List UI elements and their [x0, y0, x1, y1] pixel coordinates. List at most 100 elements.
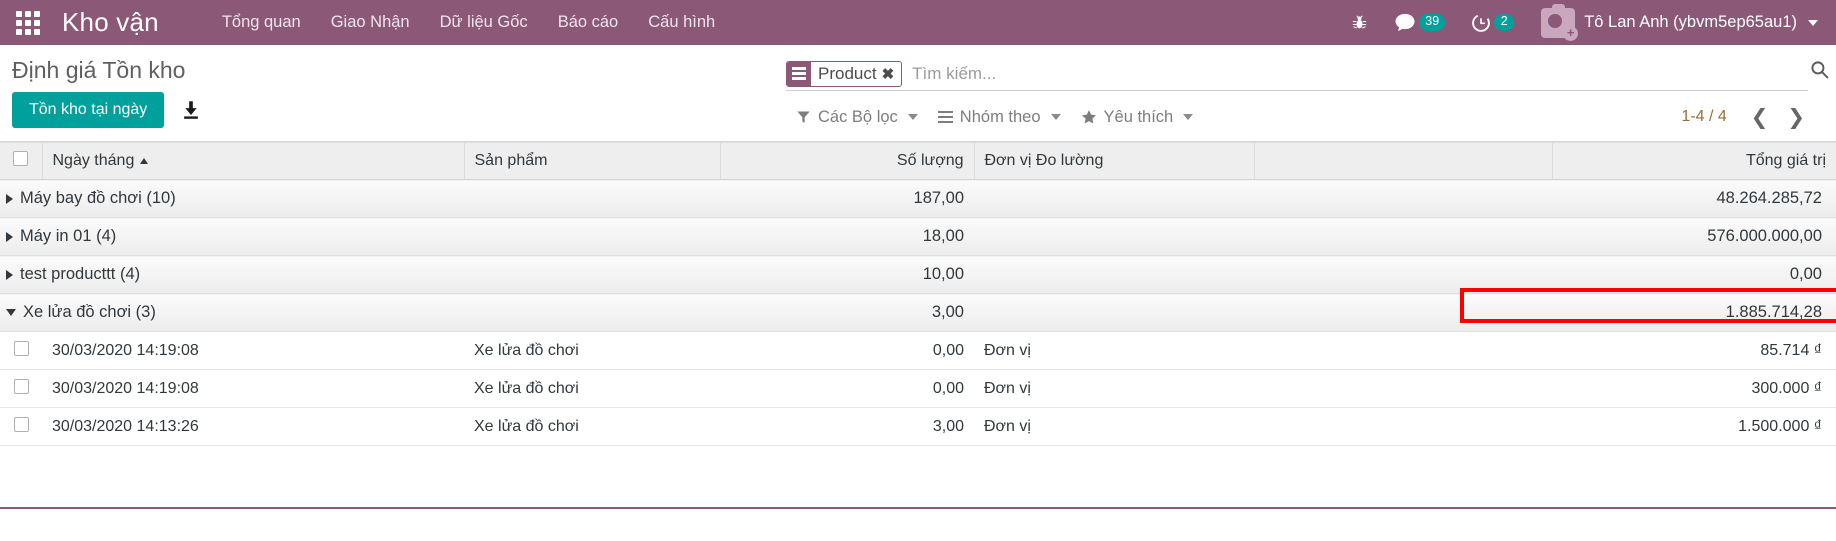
group-quantity: 187,00: [720, 179, 974, 218]
groupby-label: Nhóm theo: [959, 107, 1041, 126]
filters-dropdown[interactable]: Các Bộ lọc: [786, 104, 928, 131]
row-blank: [1254, 369, 1552, 408]
control-panel: Định giá Tồn kho Tồn kho tại ngày Produc…: [0, 45, 1836, 142]
row-select-cell: [0, 331, 42, 370]
stock-at-date-button[interactable]: Tồn kho tại ngày: [12, 92, 165, 128]
row-uom: Đơn vị: [974, 331, 1254, 370]
group-header-cell[interactable]: Máy in 01 (4): [0, 217, 720, 256]
close-icon[interactable]: ✖: [882, 65, 902, 83]
nav-item-cau-hinh[interactable]: Cấu hình: [633, 2, 730, 43]
messages-count-badge: 39: [1419, 14, 1446, 31]
table-row[interactable]: 30/03/2020 14:19:08 Xe lửa đồ chơi 0,00 …: [0, 369, 1836, 408]
chevron-down-icon: [907, 114, 918, 120]
table-row[interactable]: 30/03/2020 14:19:08 Xe lửa đồ chơi 0,00 …: [0, 331, 1836, 370]
row-checkbox[interactable]: [13, 340, 29, 356]
group-uom: [974, 179, 1254, 218]
group-header-cell[interactable]: test producttt (4): [0, 255, 720, 294]
nav-item-tong-quan[interactable]: Tổng quan: [207, 2, 316, 43]
row-product: Xe lửa đồ chơi: [464, 369, 720, 408]
sort-ascending-icon: [140, 157, 149, 164]
group-row[interactable]: test producttt (4) 10,00 0,00: [0, 255, 1836, 294]
avatar-plus-icon: +: [1563, 25, 1579, 41]
control-panel-buttons: Tồn kho tại ngày: [12, 92, 202, 128]
debug-bug-button[interactable]: [1338, 0, 1381, 45]
group-total-value-highlighted: 1.885.714,28: [1552, 293, 1836, 332]
apps-menu-button[interactable]: [0, 0, 56, 45]
pager-next-button[interactable]: ❯: [1780, 107, 1812, 128]
hamburger-icon: [937, 110, 953, 124]
row-date: 30/03/2020 14:19:08: [42, 369, 464, 408]
group-uom: [974, 293, 1254, 332]
group-header-cell[interactable]: Xe lửa đồ chơi (3): [0, 293, 720, 332]
groupby-dropdown[interactable]: Nhóm theo: [928, 104, 1071, 131]
group-row[interactable]: Máy in 01 (4) 18,00 576.000.000,00: [0, 217, 1836, 256]
pager: 1-4 / 4 ❮ ❯: [1681, 107, 1826, 128]
row-checkbox[interactable]: [13, 378, 29, 394]
search-icon[interactable]: [1810, 60, 1829, 79]
column-header-product[interactable]: Sản phẩm: [463, 142, 720, 180]
column-header-date[interactable]: Ngày tháng: [42, 142, 464, 180]
column-header-date-label: Ngày tháng: [52, 152, 135, 169]
group-row-expanded[interactable]: Xe lửa đồ chơi (3) 3,00 1.885.714,28: [0, 293, 1836, 332]
messages-button[interactable]: 39: [1381, 0, 1458, 45]
group-quantity: 3,00: [720, 293, 974, 332]
main-nav-menu: Tổng quan Giao Nhận Dữ liệu Gốc Báo cáo …: [207, 2, 730, 43]
group-row[interactable]: Máy bay đồ chơi (10) 187,00 48.264.285,7…: [0, 179, 1836, 218]
favorites-dropdown[interactable]: Yêu thích: [1071, 104, 1204, 131]
nav-item-du-lieu-goc[interactable]: Dữ liệu Gốc: [425, 2, 543, 43]
filters-label: Các Bộ lọc: [818, 107, 898, 126]
search-facet-product[interactable]: Product ✖: [786, 60, 903, 87]
list-icon: [787, 61, 811, 86]
group-name-label: test producttt (4): [20, 265, 141, 283]
apps-grid-icon: [16, 10, 40, 35]
column-header-total-value[interactable]: Tổng giá trị: [1551, 142, 1836, 180]
search-options-row: Các Bộ lọc Nhóm theo Yêu thích 1-4 / 4 ❮…: [786, 97, 1826, 137]
activities-button[interactable]: 2: [1458, 0, 1527, 45]
group-header-cell[interactable]: Máy bay đồ chơi (10): [0, 179, 720, 218]
nav-item-giao-nhan[interactable]: Giao Nhận: [316, 2, 425, 43]
search-input[interactable]: [902, 60, 1808, 87]
row-product: Xe lửa đồ chơi: [464, 407, 720, 446]
group-blank: [1254, 179, 1552, 218]
star-icon: [1081, 110, 1096, 124]
select-all-checkbox[interactable]: [13, 151, 29, 166]
column-header-uom[interactable]: Đơn vị Đo lường: [973, 142, 1254, 180]
chevron-right-icon: [6, 269, 13, 280]
download-icon[interactable]: [180, 99, 202, 121]
page-title: Định giá Tồn kho: [12, 57, 186, 83]
table-row[interactable]: 30/03/2020 14:13:26 Xe lửa đồ chơi 3,00 …: [0, 407, 1836, 446]
inventory-valuation-list: Ngày tháng Sản phẩm Số lượng Đơn vị Đo l…: [0, 142, 1836, 446]
row-select-cell: [0, 369, 42, 408]
group-total-value: 576.000.000,00: [1552, 217, 1836, 256]
activities-count-badge: 2: [1494, 14, 1515, 31]
clock-icon: [1472, 13, 1490, 32]
group-blank: [1254, 255, 1552, 294]
user-menu-button[interactable]: + Tô Lan Anh (ybvm5ep65au1): [1527, 3, 1826, 41]
bug-icon: [1353, 15, 1367, 28]
column-header-blank: [1253, 142, 1552, 180]
chevron-down-icon: [1183, 114, 1194, 120]
table-header-row: Ngày tháng Sản phẩm Số lượng Đơn vị Đo l…: [0, 142, 1836, 180]
group-blank: [1254, 217, 1552, 256]
group-total-value: 0,00: [1552, 255, 1836, 294]
row-uom: Đơn vị: [974, 369, 1254, 408]
row-quantity: 3,00: [720, 407, 974, 446]
row-total-value: 300.000 ₫: [1552, 369, 1836, 408]
navbar-right-tools: 39 2 + Tô Lan Anh (ybvm5ep65au1): [1338, 0, 1826, 45]
group-name-label: Xe lửa đồ chơi (3): [23, 303, 156, 321]
nav-item-bao-cao[interactable]: Báo cáo: [543, 2, 634, 43]
row-quantity: 0,00: [720, 331, 974, 370]
pager-previous-button[interactable]: ❮: [1744, 107, 1776, 128]
table-body: Máy bay đồ chơi (10) 187,00 48.264.285,7…: [0, 179, 1836, 446]
group-uom: [974, 255, 1254, 294]
column-header-quantity[interactable]: Số lượng: [719, 142, 974, 180]
row-total-value: 85.714 ₫: [1552, 331, 1836, 370]
camera-avatar-icon: +: [1541, 3, 1579, 41]
row-checkbox[interactable]: [13, 416, 29, 432]
group-name-label: Máy bay đồ chơi (10): [20, 189, 176, 207]
row-date: 30/03/2020 14:19:08: [42, 331, 464, 370]
user-name-label: Tô Lan Anh (ybvm5ep65au1): [1584, 13, 1797, 31]
select-all-header: [0, 142, 43, 180]
pager-count: 1-4 / 4: [1681, 108, 1727, 125]
filter-funnel-icon: [797, 111, 810, 123]
